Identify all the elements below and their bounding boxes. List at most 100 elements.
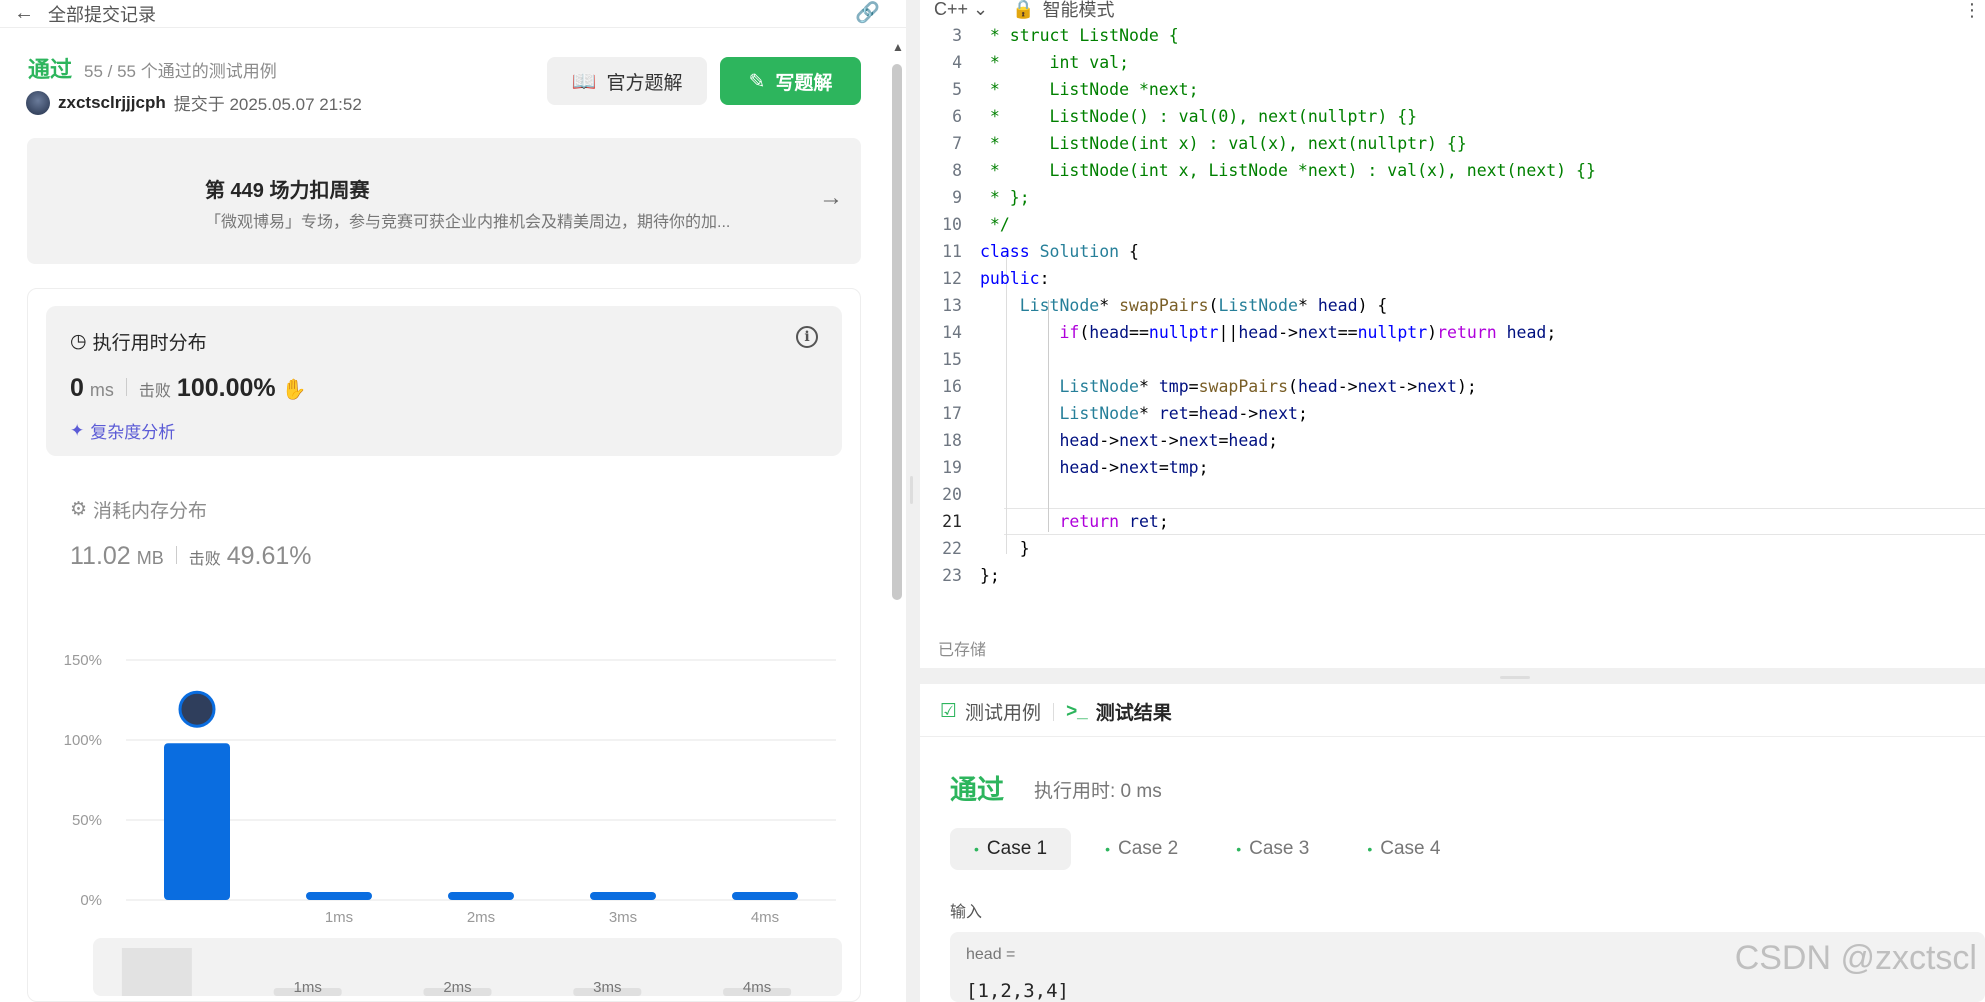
more-icon[interactable]: ⋮ [1963, 0, 1981, 21]
link-icon[interactable]: 🔗 [855, 0, 880, 25]
code-line[interactable]: 21 return ret; [920, 508, 1596, 535]
runtime-number: 0 [70, 374, 84, 402]
line-number: 8 [952, 161, 962, 180]
back-arrow-icon[interactable]: ← [14, 2, 34, 25]
result-tabs: ☑ 测试用例 >_ 测试结果 [940, 698, 1172, 725]
chevron-down-icon: ⌄ [973, 0, 989, 19]
line-number: 23 [942, 566, 962, 585]
mode-label[interactable]: 智能模式 [1043, 0, 1115, 22]
info-icon[interactable]: i [796, 326, 818, 348]
code-editor-panel: C++ ⌄ 🔒 智能模式 ⋮ 3 * struct ListNode {4 * … [920, 0, 1985, 668]
code-line[interactable]: 20 [920, 481, 1596, 508]
code-line[interactable]: 18 head->next->next=head; [920, 427, 1596, 454]
code-line[interactable]: 16 ListNode* tmp=swapPairs(head->next->n… [920, 373, 1596, 400]
code-line[interactable]: 7 * ListNode(int x) : val(x), next(nullp… [920, 130, 1596, 157]
result-runtime: 执行用时: 0 ms [1034, 781, 1162, 802]
code-line[interactable]: 23}; [920, 562, 1596, 589]
code-line[interactable]: 3 * struct ListNode { [920, 22, 1596, 49]
line-number: 19 [942, 458, 962, 477]
case-tab[interactable]: • Case 1 [950, 828, 1072, 870]
chart-bar[interactable] [164, 743, 230, 900]
memory-unit: MB [136, 548, 164, 568]
write-solution-button[interactable]: ✎ 写题解 [720, 57, 861, 105]
tab-testcase[interactable]: ☑ 测试用例 [940, 698, 1041, 725]
minimap-label: 2ms [443, 979, 471, 996]
status-dot-icon: • [1105, 841, 1111, 857]
minimap-label: 1ms [294, 979, 322, 996]
runtime-unit: ms [89, 380, 114, 400]
divider [1053, 702, 1055, 721]
line-number: 9 [952, 188, 962, 207]
code-line[interactable]: 12 public: [920, 265, 1596, 292]
tab-test-result[interactable]: >_ 测试结果 [1066, 698, 1172, 725]
editor-toolbar: C++ ⌄ 🔒 智能模式 [934, 0, 1115, 20]
submission-status: 通过 55 / 55 个通过的测试用例 [28, 52, 277, 84]
chart-bar[interactable] [590, 892, 656, 900]
y-tick-label: 50% [72, 812, 102, 829]
scroll-up-icon[interactable]: ▲ [892, 40, 904, 54]
code-line[interactable]: 6 * ListNode() : val(0), next(nullptr) {… [920, 103, 1596, 130]
runtime-value: 0 ms 击败 100.00% ✋ [70, 374, 307, 403]
code-line[interactable]: 8 * ListNode(int x, ListNode *next) : va… [920, 157, 1596, 184]
line-source: * ListNode(int x, ListNode *next) : val(… [980, 161, 1596, 180]
edit-icon: ✎ [748, 70, 766, 93]
code-line[interactable]: 15 [920, 346, 1596, 373]
scrollbar-thumb[interactable] [892, 64, 902, 600]
code-line[interactable]: 5 * ListNode *next; [920, 76, 1596, 103]
complexity-analysis-label: 复杂度分析 [90, 423, 176, 442]
code-line[interactable]: 13 ListNode* swapPairs(ListNode* head) { [920, 292, 1596, 319]
line-source: * ListNode() : val(0), next(nullptr) {} [980, 107, 1418, 126]
code-area[interactable]: 3 * struct ListNode {4 * int val; 5 * Lis… [920, 22, 1596, 589]
all-submissions-link[interactable]: 全部提交记录 [48, 1, 156, 27]
code-line[interactable]: 4 * int val; [920, 49, 1596, 76]
line-number: 11 [942, 242, 962, 261]
chart-bar[interactable] [448, 892, 514, 900]
line-source: public: [980, 269, 1050, 288]
clap-icon: ✋ [281, 379, 307, 401]
panel-resize-handle[interactable] [1500, 676, 1530, 679]
terminal-icon: >_ [1066, 700, 1088, 722]
code-line[interactable]: 11 class Solution { [920, 238, 1596, 265]
chart-range-selector[interactable]: 1ms 2ms 3ms 4ms [93, 938, 842, 996]
line-number: 15 [942, 350, 962, 369]
memory-number: 11.02 [70, 542, 131, 570]
case-tabs: • Case 1 • Case 2 • Case 3 • Case 4 [950, 828, 1474, 870]
watermark: CSDN @zxctscl [1734, 939, 1977, 977]
write-solution-label: 写题解 [775, 72, 833, 94]
case-tab[interactable]: • Case 2 [1081, 828, 1202, 870]
code-line[interactable]: 14 if(head==nullptr||head->next==nullptr… [920, 319, 1596, 346]
runtime-distribution-chart[interactable]: 150% 100% 50% 0% 1ms 2ms 3ms 4ms [46, 630, 846, 930]
avatar[interactable] [26, 90, 50, 115]
code-line[interactable]: 10 */ [920, 211, 1596, 238]
status-dot-icon: • [974, 841, 979, 857]
contest-banner[interactable]: 第 449 场力扣周赛 「微观博易」专场，参与竞赛可获企业内推机会及精美周边，期… [27, 138, 861, 264]
chart-bar[interactable] [306, 892, 372, 900]
language-select[interactable]: C++ ⌄ [934, 0, 988, 20]
clock-icon: ◷ [70, 331, 87, 352]
line-number: 21 [942, 512, 962, 531]
memory-title[interactable]: ⚙ 消耗内存分布 [70, 496, 207, 523]
line-number: 17 [942, 404, 962, 423]
y-tick-label: 100% [64, 732, 102, 749]
code-line[interactable]: 17 ListNode* ret=head->next; [920, 400, 1596, 427]
code-line[interactable]: 9 * }; [920, 184, 1596, 211]
contest-title: 第 449 场力扣周赛 [205, 180, 370, 202]
panel-resize-handle[interactable] [910, 476, 913, 504]
submitter-info: zxctsclrjjjcph 提交于 2025.05.07 21:52 [26, 90, 362, 115]
case-tab[interactable]: • Case 4 [1343, 828, 1464, 870]
case-tab[interactable]: • Case 3 [1212, 828, 1333, 870]
chart-bar[interactable] [732, 892, 798, 900]
complexity-analysis-link[interactable]: ✦ 复杂度分析 [70, 418, 175, 443]
divider [175, 546, 177, 564]
arrow-right-icon[interactable]: → [819, 184, 843, 212]
line-number: 4 [952, 53, 962, 72]
line-number: 14 [942, 323, 962, 342]
official-solution-button[interactable]: 📖 官方题解 [547, 57, 707, 105]
case-label: Case 2 [1118, 838, 1179, 859]
username[interactable]: zxctsclrjjjcph [58, 93, 166, 113]
runtime-card[interactable]: ◷ 执行用时分布 i 0 ms 击败 100.00% ✋ ✦ 复杂度分析 [46, 306, 842, 456]
input-name: head = [966, 946, 1016, 963]
code-line[interactable]: 19 head->next=tmp; [920, 454, 1596, 481]
status-dot-icon: • [1367, 841, 1373, 857]
code-line[interactable]: 22 } [920, 535, 1596, 562]
